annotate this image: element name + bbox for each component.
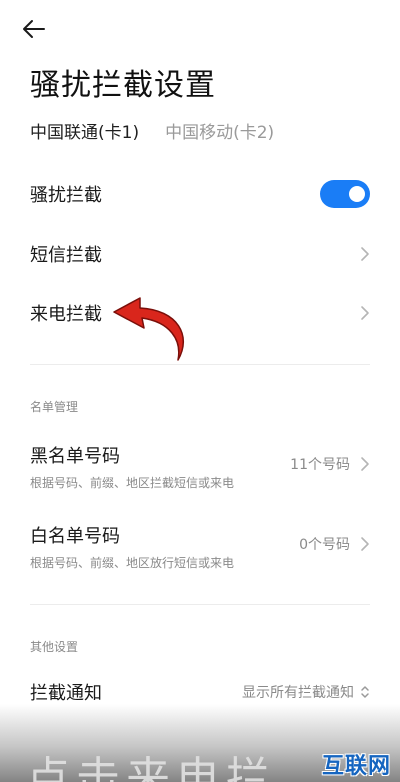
chevron-right-icon xyxy=(356,245,370,263)
call-block-label: 来电拦截 xyxy=(30,304,102,325)
blacklist-count-text: 11个号码 xyxy=(290,457,350,473)
call-block-row[interactable]: 来电拦截 xyxy=(0,295,400,331)
harass-block-row[interactable]: 骚扰拦截 xyxy=(0,176,400,212)
harass-block-toggle[interactable] xyxy=(320,180,370,208)
watermark-text: 互联网 xyxy=(322,754,392,779)
back-button[interactable] xyxy=(22,12,58,46)
chevron-right-icon xyxy=(356,535,370,553)
red-curved-arrow xyxy=(113,297,184,361)
back-arrow-icon xyxy=(23,20,45,38)
up-down-chevron-icon xyxy=(361,686,369,698)
whitelist-count: 0个号码 xyxy=(299,534,370,554)
blacklist-description: 根据号码、前缀、地区拦截短信或来电 xyxy=(30,476,235,490)
video-caption: 点击来电拦 xyxy=(26,753,276,782)
divider xyxy=(30,364,370,365)
whitelist-row[interactable]: 白名单号码 根据号码、前缀、地区放行短信或来电 0个号码 xyxy=(0,522,400,571)
list-management-header: 名单管理 xyxy=(30,400,79,414)
tab-sim1[interactable]: 中国联通(卡1) xyxy=(30,118,139,143)
toggle-knob xyxy=(349,186,365,202)
other-settings-header: 其他设置 xyxy=(30,640,79,654)
watermark-logo: 互联网 xyxy=(322,748,398,780)
block-notification-value: 显示所有拦截通知 xyxy=(242,685,354,701)
tab-sim2[interactable]: 中国移动(卡2) xyxy=(165,118,274,143)
sms-block-label: 短信拦截 xyxy=(30,245,102,266)
block-notification-select[interactable]: 显示所有拦截通知 xyxy=(242,682,370,702)
chevron-right-icon xyxy=(356,304,370,322)
whitelist-description: 根据号码、前缀、地区放行短信或来电 xyxy=(30,556,235,570)
whitelist-count-text: 0个号码 xyxy=(299,537,350,553)
blacklist-count: 11个号码 xyxy=(290,454,370,474)
sim-tabs: 中国联通(卡1) 中国移动(卡2) xyxy=(30,118,274,143)
chevron-right-icon xyxy=(356,455,370,473)
harass-block-label: 骚扰拦截 xyxy=(30,185,102,206)
block-notification-label: 拦截通知 xyxy=(30,683,102,704)
blacklist-row[interactable]: 黑名单号码 根据号码、前缀、地区拦截短信或来电 11个号码 xyxy=(0,442,400,491)
sms-block-row[interactable]: 短信拦截 xyxy=(0,236,400,272)
divider xyxy=(30,604,370,605)
page-title: 骚扰拦截设置 xyxy=(30,68,216,103)
